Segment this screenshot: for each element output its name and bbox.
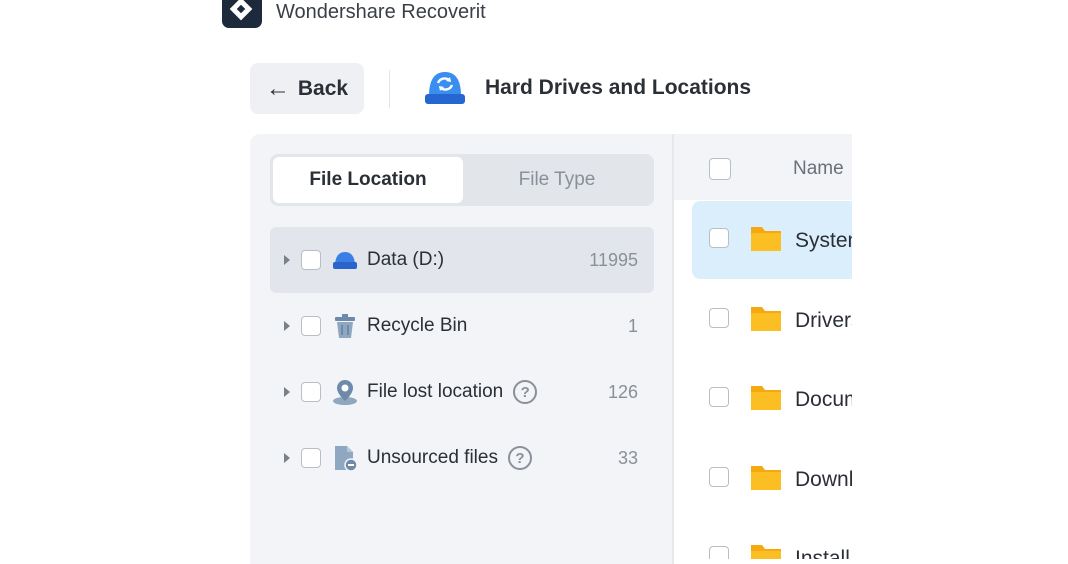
expand-caret-icon[interactable] bbox=[284, 453, 290, 463]
expand-caret-icon[interactable] bbox=[284, 321, 290, 331]
file-name: Drivers bbox=[795, 309, 852, 332]
tree-item-file-lost-location[interactable]: File lost location ? 126 bbox=[270, 359, 654, 425]
tree-item-label: Recycle Bin bbox=[367, 315, 468, 336]
file-name: Install bbox=[795, 547, 850, 559]
tree-item-label: Data (D:) bbox=[367, 249, 445, 270]
tree-checkbox[interactable] bbox=[301, 250, 321, 270]
app-title: Wondershare Recoverit bbox=[276, 1, 486, 23]
file-row[interactable]: System bbox=[692, 201, 852, 279]
app-logo-icon bbox=[222, 0, 262, 28]
arrow-left-icon: ← bbox=[265, 74, 290, 102]
header-divider bbox=[389, 70, 390, 108]
row-checkbox[interactable] bbox=[709, 546, 729, 559]
tree-item-label: File lost location bbox=[367, 381, 504, 402]
row-checkbox[interactable] bbox=[709, 228, 729, 248]
row-checkbox[interactable] bbox=[709, 308, 729, 328]
tree-item-count: 11995 bbox=[589, 249, 638, 270]
tree-item-count: 126 bbox=[607, 381, 638, 402]
help-icon[interactable]: ? bbox=[507, 446, 532, 470]
expand-caret-icon[interactable] bbox=[284, 255, 290, 265]
tree-item-recycle-bin[interactable]: Recycle Bin 1 bbox=[270, 293, 654, 359]
folder-icon bbox=[751, 307, 781, 331]
lost-location-icon bbox=[333, 380, 357, 405]
row-checkbox[interactable] bbox=[709, 467, 729, 487]
tree-item-count: 1 bbox=[627, 315, 638, 336]
tab-file-location[interactable]: File Location bbox=[273, 157, 463, 203]
help-icon[interactable]: ? bbox=[513, 380, 538, 404]
unsourced-file-icon bbox=[335, 446, 358, 472]
file-name: System bbox=[795, 229, 852, 252]
file-row[interactable]: Documents bbox=[692, 360, 852, 438]
column-header-name[interactable]: Name bbox=[793, 158, 844, 180]
file-row[interactable]: Install bbox=[692, 519, 852, 559]
folder-icon bbox=[751, 227, 781, 251]
tab-file-type[interactable]: File Type bbox=[462, 157, 652, 203]
expand-caret-icon[interactable] bbox=[284, 387, 290, 397]
folder-icon bbox=[751, 386, 781, 410]
back-button[interactable]: ← Back bbox=[250, 63, 364, 114]
back-label: Back bbox=[297, 76, 349, 100]
file-name: Downloads bbox=[795, 468, 852, 491]
tree-item-data-drive[interactable]: Data (D:) 11995 bbox=[270, 227, 654, 293]
file-row[interactable]: Drivers bbox=[692, 281, 852, 359]
tree-checkbox[interactable] bbox=[301, 382, 321, 402]
tree-checkbox[interactable] bbox=[301, 448, 321, 468]
tree-checkbox[interactable] bbox=[301, 316, 321, 336]
select-all-checkbox[interactable] bbox=[709, 158, 731, 180]
row-checkbox[interactable] bbox=[709, 387, 729, 407]
tree-item-count: 33 bbox=[617, 447, 638, 468]
file-name: Documents bbox=[795, 388, 852, 411]
view-segment-control: File Location File Type bbox=[270, 154, 654, 206]
tree-item-unsourced-files[interactable]: Unsourced files ? 33 bbox=[270, 425, 654, 491]
hard-drive-sync-icon bbox=[425, 72, 465, 104]
hard-drive-icon bbox=[333, 252, 357, 269]
file-row[interactable]: Downloads bbox=[692, 440, 852, 518]
page-title: Hard Drives and Locations bbox=[485, 76, 752, 99]
recycle-bin-icon bbox=[335, 314, 355, 338]
folder-icon bbox=[751, 466, 781, 490]
tree-item-label: Unsourced files bbox=[367, 447, 498, 468]
folder-icon bbox=[751, 545, 781, 559]
